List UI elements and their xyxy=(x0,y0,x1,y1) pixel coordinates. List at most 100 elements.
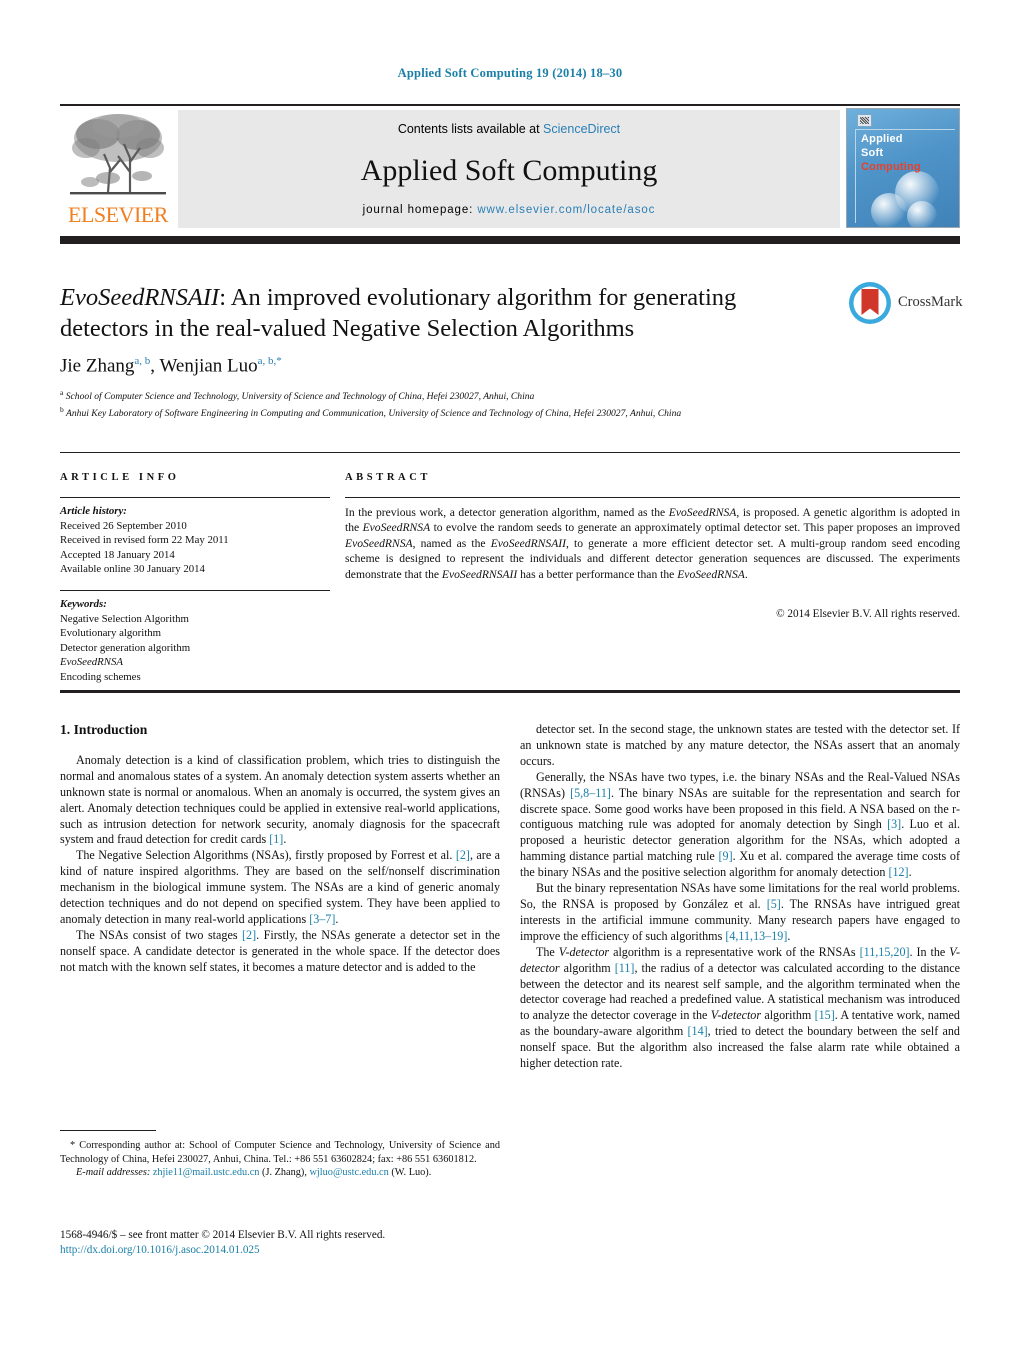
footnote-rule xyxy=(60,1130,156,1131)
abstract-run: , named as the xyxy=(412,536,491,550)
citation-link[interactable]: [3] xyxy=(887,817,901,831)
email-owner-1: (J. Zhang), xyxy=(259,1167,307,1179)
body-top-rule xyxy=(60,690,960,693)
citation-link[interactable]: [5] xyxy=(767,897,781,911)
citation-link[interactable]: [11,15,20] xyxy=(860,945,910,959)
banner-center-panel: Contents lists available at ScienceDirec… xyxy=(178,110,840,228)
keyword-item: Negative Selection Algorithm xyxy=(60,612,189,625)
affiliations: a School of Computer Science and Technol… xyxy=(60,386,890,421)
cover-title-line-3: Computing xyxy=(861,161,921,173)
body-column-left: 1. Introduction Anomaly detection is a k… xyxy=(60,722,500,976)
abstract-emphasis: EvoSeedRNSAII xyxy=(441,567,518,581)
author-1-affil-marker[interactable]: a, b xyxy=(134,355,150,367)
body-paragraph: detector set. In the second stage, the u… xyxy=(520,722,960,770)
keyword-item: Detector generation algorithm xyxy=(60,641,191,654)
body-run: detector set. In the second stage, the u… xyxy=(520,722,960,768)
citation-link[interactable]: [15] xyxy=(815,1008,835,1022)
abstract-emphasis: EvoSeedRNSA xyxy=(677,567,745,581)
cover-blob-3 xyxy=(907,201,937,227)
citation-link[interactable]: [2] xyxy=(242,928,256,942)
affiliation-b-marker: b xyxy=(60,405,64,415)
body-run: algorithm xyxy=(761,1008,815,1023)
history-received: Received 26 September 2010 xyxy=(60,519,187,532)
keywords-block: Keywords: Negative Selection Algorithm E… xyxy=(60,597,330,685)
citation-link[interactable]: [1] xyxy=(269,832,283,846)
article-info-rule xyxy=(60,497,330,498)
citation-link[interactable]: [12] xyxy=(888,865,908,879)
body-run: . xyxy=(908,865,912,880)
journal-banner: ELSEVIER Contents lists available at Sci… xyxy=(60,104,960,228)
body-run: . xyxy=(283,832,287,847)
crossmark-badge[interactable]: CrossMark xyxy=(848,281,962,327)
citation-link[interactable]: [4,11,13–19] xyxy=(725,929,787,943)
affiliation-b: b Anhui Key Laboratory of Software Engin… xyxy=(60,403,890,420)
cover-title-line-2: Soft xyxy=(861,147,884,159)
corresponding-author-text: Corresponding author at: School of Compu… xyxy=(60,1140,500,1165)
body-column-right: detector set. In the second stage, the u… xyxy=(520,722,960,1072)
journal-article-page: Applied Soft Computing 19 (2014) 18–30 E… xyxy=(0,0,1020,1351)
abstract-run: . xyxy=(744,567,748,581)
keywords-label: Keywords: xyxy=(60,598,107,610)
keyword-item: EvoSeedRNSA xyxy=(60,656,123,669)
elsevier-wordmark: ELSEVIER xyxy=(68,202,168,227)
citation-link[interactable]: [14] xyxy=(688,1024,708,1038)
body-paragraph: Generally, the NSAs have two types, i.e.… xyxy=(520,770,960,881)
body-run: . xyxy=(787,928,791,943)
body-emphasis: V-detector xyxy=(710,1008,762,1023)
author-2-affil-marker[interactable]: a, b,* xyxy=(258,355,282,367)
body-run: algorithm xyxy=(559,960,615,975)
title-block: EvoSeedRNSAII: An improved evolutionary … xyxy=(60,282,828,344)
info-top-rule xyxy=(60,452,960,453)
citation-link[interactable]: [2] xyxy=(456,848,470,862)
body-paragraph: The V-detector algorithm is a representa… xyxy=(520,945,960,1072)
citation-link[interactable]: [5,8–11] xyxy=(570,786,611,800)
abstract-emphasis: EvoSeedRNSA xyxy=(362,521,431,535)
journal-title: Applied Soft Computing xyxy=(360,154,658,187)
doi-link[interactable]: http://dx.doi.org/10.1016/j.asoc.2014.01… xyxy=(60,1243,520,1258)
banner-top-rule xyxy=(60,104,960,106)
cover-title-line-1: Applied xyxy=(861,133,903,145)
email-label: E-mail addresses: xyxy=(76,1167,151,1179)
cover-corner-icon xyxy=(857,114,872,127)
abstract-run: has a better performance than the xyxy=(517,567,678,581)
body-paragraph: The NSAs consist of two stages [2]. Firs… xyxy=(60,928,500,976)
affiliation-b-text: Anhui Key Laboratory of Software Enginee… xyxy=(65,408,682,420)
abstract-heading: ABSTRACT xyxy=(345,472,431,483)
body-paragraph: The Negative Selection Algorithms (NSAs)… xyxy=(60,848,500,928)
body-run: . xyxy=(335,911,339,926)
elsevier-tree-icon xyxy=(70,114,166,195)
body-run: algorithm is a representative work of th… xyxy=(609,944,860,959)
author-2-name: Wenjian Luo xyxy=(159,355,258,377)
corresponding-author-note: * Corresponding author at: School of Com… xyxy=(60,1139,500,1166)
keyword-item: Encoding schemes xyxy=(60,670,141,683)
history-accepted: Accepted 18 January 2014 xyxy=(60,548,175,561)
abstract-rule xyxy=(345,497,960,498)
journal-cover-thumbnail: Applied Soft Computing xyxy=(846,108,960,228)
citation-link[interactable]: [9] xyxy=(719,849,733,863)
homepage-label: journal homepage: xyxy=(362,204,474,216)
abstract-run: In the previous work, a detector generat… xyxy=(345,506,669,519)
abstract-copyright: © 2014 Elsevier B.V. All rights reserved… xyxy=(776,608,960,620)
abstract-emphasis: EvoSeedRNSA xyxy=(345,536,413,550)
body-run: The Negative Selection Algorithms (NSAs)… xyxy=(76,848,456,863)
abstract-emphasis: EvoSeedRNSAII xyxy=(490,536,567,550)
crossmark-icon xyxy=(849,282,891,324)
cover-blob-2 xyxy=(871,193,907,227)
sciencedirect-link[interactable]: ScienceDirect xyxy=(543,122,620,136)
page-title: EvoSeedRNSAII: An improved evolutionary … xyxy=(60,282,828,344)
citation-link[interactable]: [3–7] xyxy=(309,912,335,926)
article-info-heading: ARTICLE INFO xyxy=(60,472,180,483)
history-online: Available online 30 January 2014 xyxy=(60,563,205,576)
homepage-url-link[interactable]: www.elsevier.com/locate/asoc xyxy=(477,204,655,216)
journal-homepage-line: journal homepage: www.elsevier.com/locat… xyxy=(178,204,840,216)
citation-link[interactable]: [11] xyxy=(615,961,635,975)
running-head: Applied Soft Computing 19 (2014) 18–30 xyxy=(397,66,623,80)
email-link-2[interactable]: wjluo@ustc.edu.cn xyxy=(310,1167,389,1178)
abstract-emphasis: EvoSeedRNSA xyxy=(668,506,737,519)
keywords-rule xyxy=(60,590,330,591)
abstract-text: In the previous work, a detector generat… xyxy=(345,505,960,582)
body-run: The NSAs consist of two stages xyxy=(76,927,243,942)
email-link-1[interactable]: zhjie11@mail.ustc.edu.cn xyxy=(153,1167,260,1178)
crossmark-label: CrossMark xyxy=(898,294,963,310)
body-run: . In the xyxy=(909,944,950,959)
